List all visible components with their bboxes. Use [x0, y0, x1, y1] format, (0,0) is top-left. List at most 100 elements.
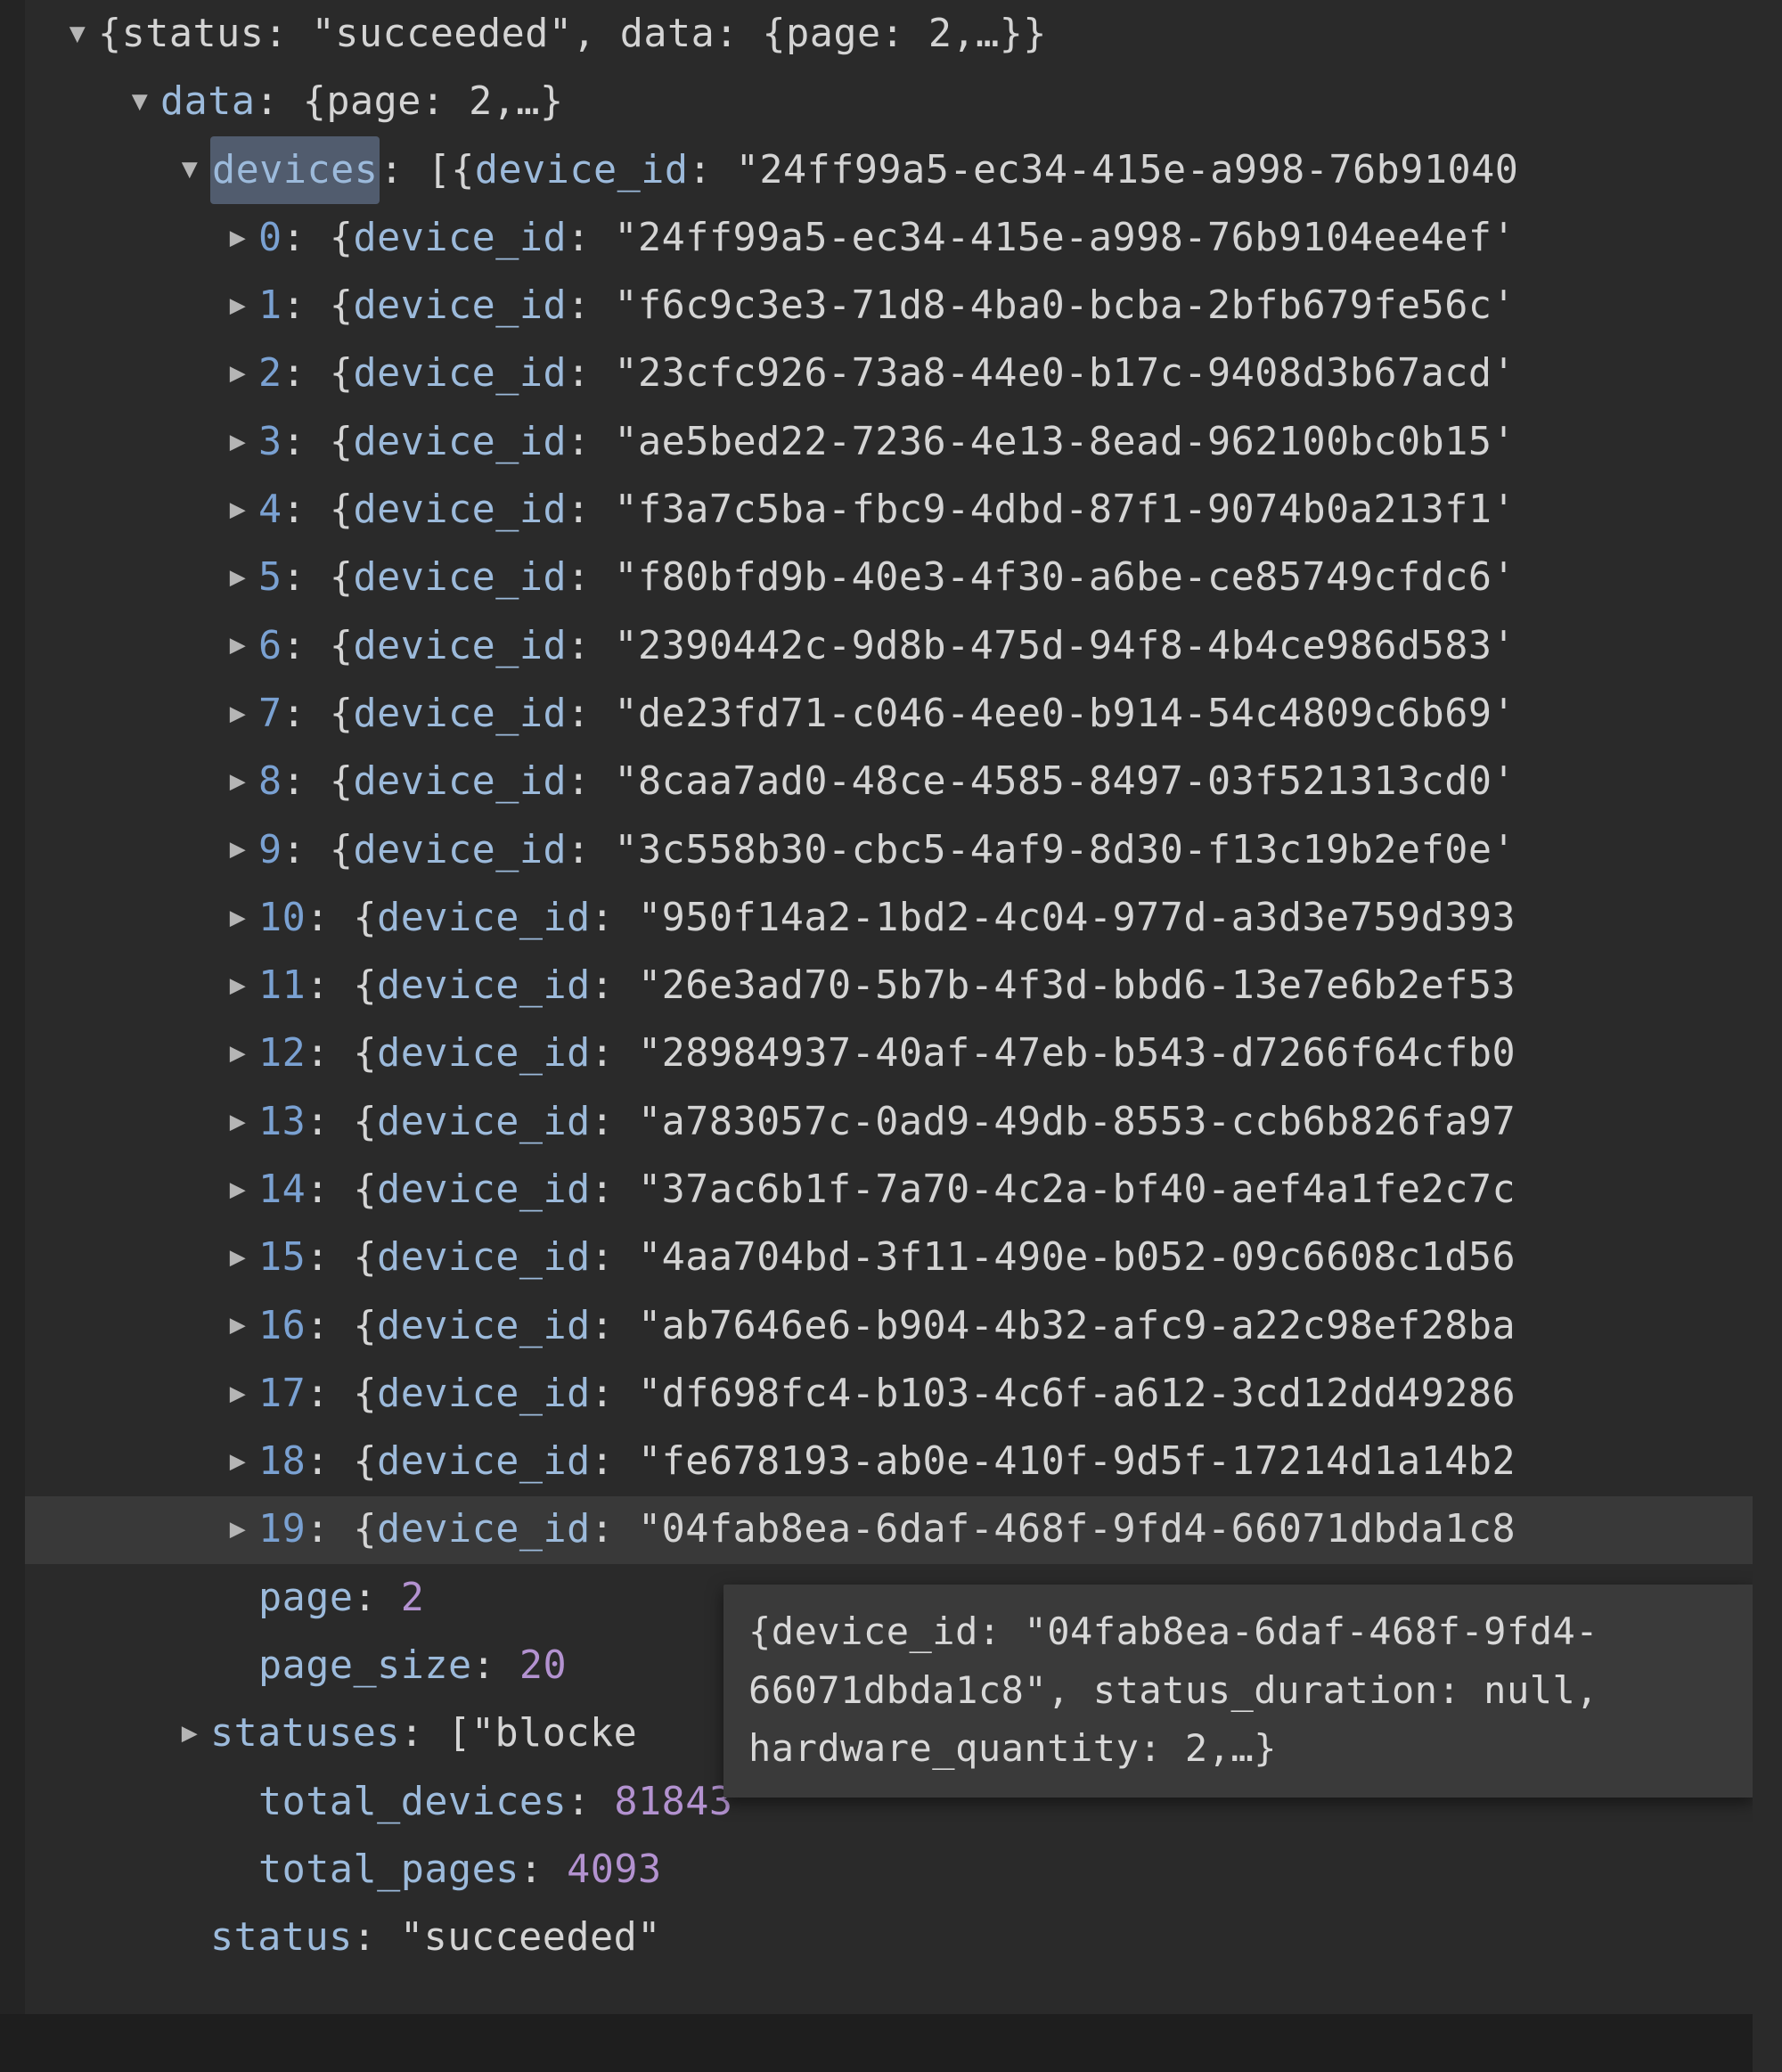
chevron-right-icon[interactable]: ▶: [223, 826, 253, 873]
tree-row-device[interactable]: ▶1: {device_id: "f6c9c3e3-71d8-4ba0-bcba…: [0, 272, 1753, 340]
device-index: 9: [258, 816, 282, 884]
tree-row-device[interactable]: ▶7: {device_id: "de23fd71-c046-4ee0-b914…: [0, 680, 1753, 748]
chevron-right-icon[interactable]: ▶: [223, 1167, 253, 1214]
device-index: 3: [258, 408, 282, 476]
json-tree-viewport: ▼ {status: "succeeded", data: {page: 2,……: [0, 0, 1753, 2072]
tree-row-device[interactable]: ▶18: {device_id: "fe678193-ab0e-410f-9d5…: [0, 1428, 1753, 1495]
tree-row-device[interactable]: ▶14: {device_id: "37ac6b1f-7a70-4c2a-bf4…: [0, 1156, 1753, 1224]
device-index: 8: [258, 748, 282, 815]
device-id: 4aa704bd-3f11-490e-b052-09c6608c1d56: [662, 1224, 1516, 1291]
device-index: 4: [258, 476, 282, 544]
val-page: 2: [401, 1564, 425, 1632]
device-rows: ▶0: {device_id: "24ff99a5-ec34-415e-a998…: [0, 204, 1753, 1564]
chevron-down-icon[interactable]: ▼: [175, 146, 205, 193]
device-index: 12: [258, 1020, 306, 1087]
device-index: 2: [258, 340, 282, 407]
chevron-right-icon[interactable]: ▶: [223, 1371, 253, 1418]
tree-row-data[interactable]: ▼ data: {page: 2,…}: [0, 68, 1753, 135]
device-index: 19: [258, 1495, 306, 1563]
device-id: 37ac6b1f-7a70-4c2a-bf40-aef4a1fe2c7c: [662, 1156, 1516, 1224]
key-statuses: statuses: [210, 1699, 400, 1767]
chevron-right-icon[interactable]: ▶: [223, 1438, 253, 1486]
chevron-right-icon[interactable]: ▶: [223, 215, 253, 262]
val-total-pages: 4093: [567, 1836, 662, 1904]
chevron-right-icon[interactable]: ▶: [223, 487, 253, 534]
device-id: 950f14a2-1bd2-4c04-977d-a3d3e759d393: [662, 884, 1516, 952]
tree-row-device[interactable]: ▶6: {device_id: "2390442c-9d8b-475d-94f8…: [0, 612, 1753, 680]
tree-row-device[interactable]: ▶9: {device_id: "3c558b30-cbc5-4af9-8d30…: [0, 816, 1753, 884]
chevron-right-icon[interactable]: ▶: [223, 419, 253, 466]
device-index: 10: [258, 884, 306, 952]
device-index: 15: [258, 1224, 306, 1291]
device-id: fe678193-ab0e-410f-9d5f-17214d1a14b2: [662, 1428, 1516, 1495]
key-status: status: [210, 1904, 353, 1971]
device-index: 5: [258, 544, 282, 611]
chevron-right-icon[interactable]: ▶: [223, 1234, 253, 1282]
data-summary: {page: 2,…}: [303, 68, 564, 135]
chevron-right-icon[interactable]: ▶: [223, 1099, 253, 1146]
key-page-size: page_size: [258, 1632, 472, 1699]
device-index: 16: [258, 1292, 306, 1360]
device-id: ab7646e6-b904-4b32-afc9-a22c98ef28ba: [662, 1292, 1516, 1360]
root-summary: {status: "succeeded", data: {page: 2,…}}: [98, 0, 1047, 68]
device-id: 3c558b30-cbc5-4af9-8d30-f13c19b2ef0e': [638, 816, 1516, 884]
tree-row-devices[interactable]: ▼ devices: [{device_id: "24ff99a5-ec34-4…: [0, 136, 1753, 204]
hover-tooltip: {device_id: "04fab8ea-6daf-468f-9fd4-660…: [723, 1585, 1753, 1798]
device-id: 2390442c-9d8b-475d-94f8-4b4ce986d583': [638, 612, 1516, 680]
device-id: 23cfc926-73a8-44e0-b17c-9408d3b67acd': [638, 340, 1516, 407]
device-index: 11: [258, 952, 306, 1020]
tree-row-device[interactable]: ▶12: {device_id: "28984937-40af-47eb-b54…: [0, 1020, 1753, 1087]
chevron-down-icon[interactable]: ▼: [62, 11, 93, 58]
val-total-devices: 81843: [614, 1768, 732, 1836]
device-index: 14: [258, 1156, 306, 1224]
tree-row-device[interactable]: ▶16: {device_id: "ab7646e6-b904-4b32-afc…: [0, 1292, 1753, 1360]
tree-row-device[interactable]: ▶4: {device_id: "f3a7c5ba-fbc9-4dbd-87f1…: [0, 476, 1753, 544]
chevron-right-icon[interactable]: ▶: [175, 1710, 205, 1757]
tree-row-device[interactable]: ▶13: {device_id: "a783057c-0ad9-49db-855…: [0, 1088, 1753, 1156]
key-total-devices: total_devices: [258, 1768, 567, 1836]
chevron-right-icon[interactable]: ▶: [223, 1030, 253, 1077]
tree-row-device[interactable]: ▶10: {device_id: "950f14a2-1bd2-4c04-977…: [0, 884, 1753, 952]
tree-row-total-pages[interactable]: ▶ total_pages: 4093: [0, 1836, 1753, 1904]
chevron-right-icon[interactable]: ▶: [223, 554, 253, 602]
chevron-right-icon[interactable]: ▶: [223, 350, 253, 397]
chevron-right-icon[interactable]: ▶: [223, 691, 253, 738]
tree-row-device[interactable]: ▶19: {device_id: "04fab8ea-6daf-468f-9fd…: [0, 1496, 1753, 1564]
chevron-right-icon[interactable]: ▶: [223, 283, 253, 330]
tree-row-device[interactable]: ▶11: {device_id: "26e3ad70-5b7b-4f3d-bbd…: [0, 952, 1753, 1020]
device-id: ae5bed22-7236-4e13-8ead-962100bc0b15': [638, 408, 1516, 476]
device-index: 13: [258, 1088, 306, 1156]
chevron-right-icon[interactable]: ▶: [223, 758, 253, 806]
device-id: 8caa7ad0-48ce-4585-8497-03f521313cd0': [638, 748, 1516, 815]
key-total-pages: total_pages: [258, 1836, 519, 1904]
devices-preview-id: 24ff99a5-ec34-415e-a998-76b91040: [759, 136, 1518, 204]
tree-row-device[interactable]: ▶8: {device_id: "8caa7ad0-48ce-4585-8497…: [0, 748, 1753, 815]
tree-row-device[interactable]: ▶15: {device_id: "4aa704bd-3f11-490e-b05…: [0, 1224, 1753, 1291]
tree-row-device[interactable]: ▶2: {device_id: "23cfc926-73a8-44e0-b17c…: [0, 340, 1753, 407]
chevron-down-icon[interactable]: ▼: [125, 78, 155, 126]
chevron-right-icon[interactable]: ▶: [223, 1506, 253, 1553]
tree-row-device[interactable]: ▶5: {device_id: "f80bfd9b-40e3-4f30-a6be…: [0, 544, 1753, 611]
chevron-right-icon[interactable]: ▶: [223, 895, 253, 942]
tree-row-device[interactable]: ▶3: {device_id: "ae5bed22-7236-4e13-8ead…: [0, 408, 1753, 476]
device-id: 28984937-40af-47eb-b543-d7266f64cfb0: [662, 1020, 1516, 1087]
key-devices: devices: [210, 136, 380, 204]
device-index: 17: [258, 1360, 306, 1428]
left-gutter: [0, 0, 25, 2014]
chevron-right-icon[interactable]: ▶: [223, 962, 253, 1010]
tree-row-device[interactable]: ▶17: {device_id: "df698fc4-b103-4c6f-a61…: [0, 1360, 1753, 1428]
bottom-bar: [0, 2014, 1753, 2072]
device-id: f80bfd9b-40e3-4f30-a6be-ce85749cfdc6': [638, 544, 1516, 611]
tree-row-status[interactable]: ▶ status: "succeeded": [0, 1904, 1753, 1971]
key-page: page: [258, 1564, 354, 1632]
device-id: 24ff99a5-ec34-415e-a998-76b9104ee4ef': [638, 204, 1516, 272]
chevron-right-icon[interactable]: ▶: [223, 622, 253, 669]
device-id: f3a7c5ba-fbc9-4dbd-87f1-9074b0a213f1': [638, 476, 1516, 544]
tree-row-root[interactable]: ▼ {status: "succeeded", data: {page: 2,……: [0, 0, 1753, 68]
device-index: 18: [258, 1428, 306, 1495]
device-id: a783057c-0ad9-49db-8553-ccb6b826fa97: [662, 1088, 1516, 1156]
device-id: f6c9c3e3-71d8-4ba0-bcba-2bfb679fe56c': [638, 272, 1516, 340]
tree-row-device[interactable]: ▶0: {device_id: "24ff99a5-ec34-415e-a998…: [0, 204, 1753, 272]
key-data: data: [160, 68, 256, 135]
chevron-right-icon[interactable]: ▶: [223, 1302, 253, 1349]
